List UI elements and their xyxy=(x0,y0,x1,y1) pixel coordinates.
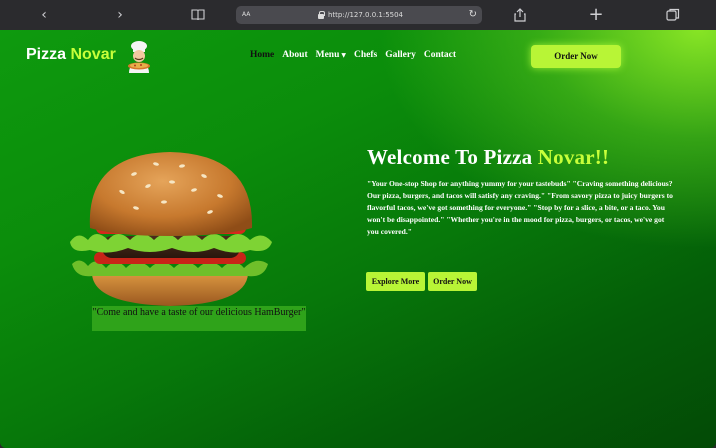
chef-logo-icon xyxy=(128,41,150,73)
hero-title-green: Novar!! xyxy=(537,145,610,169)
url-text[interactable]: http://127.0.0.1:5504 xyxy=(328,6,403,24)
logo-word-novar: Novar xyxy=(70,46,116,63)
hero-description: "Your One-stop Shop for anything yummy f… xyxy=(367,179,673,236)
share-icon[interactable] xyxy=(510,5,530,25)
tabs-icon[interactable] xyxy=(663,5,683,25)
back-icon[interactable]: ‹ xyxy=(34,5,54,25)
nav-contact[interactable]: Contact xyxy=(424,50,456,60)
hero-order-now-button[interactable]: Order Now xyxy=(428,272,477,291)
browser-toolbar: ‹ › AA http://127.0.0.1:5504 ↻ + xyxy=(0,0,716,30)
chevron-down-icon: ▼ xyxy=(341,52,346,59)
explore-more-button[interactable]: Explore More xyxy=(366,272,425,291)
nav-menu-label: Menu xyxy=(315,50,340,60)
nav-chefs[interactable]: Chefs xyxy=(354,50,377,60)
reload-icon[interactable]: ↻ xyxy=(469,6,477,24)
forward-icon[interactable]: › xyxy=(110,5,130,25)
nav-about[interactable]: About xyxy=(282,50,307,60)
text-size-button[interactable]: AA xyxy=(242,6,250,24)
new-tab-icon[interactable]: + xyxy=(586,5,606,25)
nav-menu[interactable]: Menu ▼ xyxy=(316,50,346,60)
hero-title-white: Welcome To Pizza xyxy=(367,145,533,169)
lock-icon xyxy=(318,11,325,19)
reader-icon[interactable] xyxy=(188,5,208,25)
logo-word-pizza: Pizza xyxy=(26,46,67,63)
page: Pizza Novar Home About Menu ▼ Chefs Galle… xyxy=(0,30,716,448)
nav-home[interactable]: Home xyxy=(250,50,274,60)
order-now-button[interactable]: Order Now xyxy=(531,45,621,68)
site-logo[interactable]: Pizza Novar xyxy=(26,46,116,64)
address-bar[interactable]: AA http://127.0.0.1:5504 ↻ xyxy=(236,6,482,24)
burger-caption: "Come and have a taste of our delicious … xyxy=(92,306,306,331)
main-nav: Home About Menu ▼ Chefs Gallery Contact xyxy=(250,50,456,60)
hero-title: Welcome To Pizza Novar!! xyxy=(367,145,609,170)
nav-gallery[interactable]: Gallery xyxy=(385,50,416,60)
hamburger-image xyxy=(70,152,272,306)
